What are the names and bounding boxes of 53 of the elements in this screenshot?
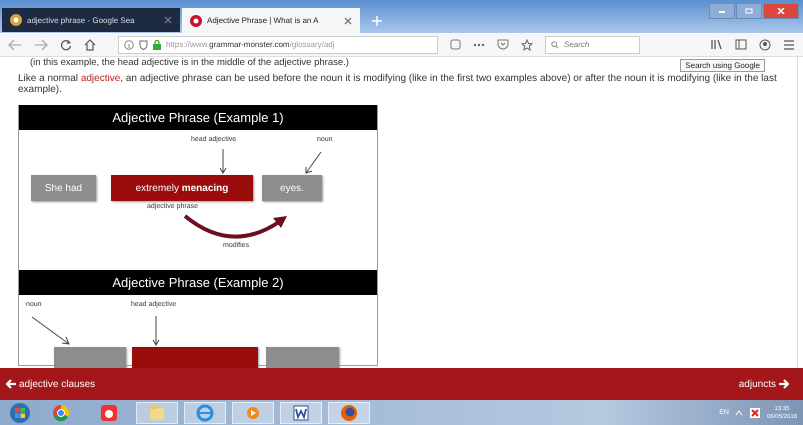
star-icon[interactable]	[521, 38, 533, 50]
close-button[interactable]	[763, 3, 799, 19]
taskbar-app-icon[interactable]	[184, 402, 226, 424]
library-icon[interactable]	[711, 39, 723, 50]
paragraph: (in this example, the head adjective is in the middle of the adjective phrase.)	[30, 57, 349, 68]
reader-view-icon[interactable]	[450, 39, 461, 50]
info-icon[interactable]	[124, 40, 134, 50]
example-title: Adjective Phrase (Example 2)	[19, 270, 377, 295]
new-tab-icon[interactable]	[372, 16, 382, 26]
pocket-icon[interactable]	[497, 39, 509, 50]
taskbar-app-icon[interactable]	[328, 402, 370, 424]
address-bar[interactable]: https://www.grammar-monster.com/glossary/adj	[118, 36, 438, 54]
example-title: Adjective Phrase (Example 1)	[19, 105, 377, 130]
minimize-button[interactable]	[709, 3, 735, 19]
favicon-icon	[190, 14, 202, 26]
taskbar-app-icon[interactable]	[280, 402, 322, 424]
arrow-icon	[152, 316, 160, 346]
sidebar-icon[interactable]	[735, 39, 747, 50]
arrow-left-icon	[6, 379, 16, 389]
back-icon[interactable]	[8, 38, 22, 50]
maximize-icon	[745, 8, 753, 14]
url-text: https://www.grammar-monster.com/glossary/adj	[166, 40, 335, 49]
search-tooltip: Search using Google	[680, 59, 765, 72]
adjective-link[interactable]: adjective	[80, 73, 120, 84]
close-icon[interactable]	[164, 16, 172, 24]
search-field[interactable]: Search	[564, 40, 634, 49]
lock-icon	[153, 40, 161, 50]
search-box[interactable]: Search	[545, 36, 640, 54]
maximize-button[interactable]	[736, 3, 762, 19]
home-icon[interactable]	[84, 38, 96, 50]
browser-tab[interactable]: Adjective Phrase | What is an A	[182, 8, 360, 33]
browser-tab[interactable]: adjective phrase - Google Sea	[2, 8, 180, 32]
paragraph: Like a normal adjective, an adjective phrase can be used before the noun it is modifying (like in the first two examples above) or after the noun it is modifying (like in the last example).	[18, 73, 778, 95]
word-box: She had	[31, 175, 96, 201]
word-box: eyes.	[262, 175, 322, 201]
forward-icon[interactable]	[34, 38, 48, 50]
reload-icon[interactable]	[60, 38, 72, 50]
favicon-icon	[10, 14, 22, 26]
arrow-icon	[31, 316, 71, 346]
shield-icon[interactable]	[139, 40, 148, 50]
minimize-icon	[718, 8, 726, 14]
account-icon[interactable]	[759, 38, 771, 50]
arrow-icon	[304, 151, 322, 174]
next-link[interactable]: adjuncts	[738, 378, 789, 390]
more-icon[interactable]	[473, 42, 485, 46]
menu-icon[interactable]	[783, 40, 795, 50]
close-icon[interactable]	[344, 16, 352, 24]
previous-link[interactable]: adjective clauses	[6, 378, 96, 390]
search-icon	[551, 40, 559, 50]
arrow-right-icon	[779, 379, 789, 389]
close-icon	[777, 8, 785, 14]
phrase-box: extremely menacing	[111, 175, 253, 201]
arrow-icon	[219, 149, 227, 174]
